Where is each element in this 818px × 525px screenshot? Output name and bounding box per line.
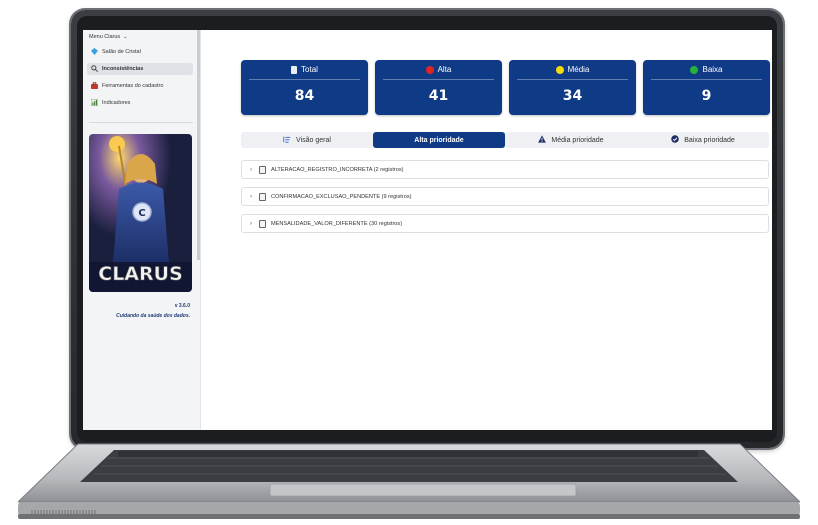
card-value: 41 <box>428 88 449 104</box>
sidebar-divider <box>89 122 193 123</box>
menu-title[interactable]: Menu Clarus ⌄ <box>89 34 127 40</box>
accordion-label: MENSALIDADE_VALOR_DIFERENTE (30 registro… <box>271 220 403 227</box>
sidebar-item-inconsistencias[interactable]: Inconsistências <box>87 63 193 75</box>
card-total: Total 84 <box>241 60 368 115</box>
search-icon <box>91 64 98 74</box>
app-screen: Menu Clarus ⌄ Salão de Cristal Inconsist… <box>83 30 772 430</box>
card-alta: Alta 41 <box>375 60 502 115</box>
version-label: v 3.6.0 <box>174 303 190 309</box>
sidebar-item-salao[interactable]: Salão de Cristal <box>87 46 193 58</box>
card-baixa: Baixa 9 <box>643 60 770 115</box>
accordion-item[interactable]: › MENSALIDADE_VALOR_DIFERENTE (30 regist… <box>241 214 769 233</box>
tab-alta-prioridade[interactable]: Alta prioridade <box>373 132 505 148</box>
tagline: Cuidando da saúde dos dados. <box>116 313 190 319</box>
chevron-right-icon: › <box>250 220 252 227</box>
clipboard-icon <box>259 192 266 201</box>
priority-tabs: Visão geral Alta prioridade Média priori… <box>241 132 769 148</box>
warning-icon <box>538 135 547 145</box>
svg-text:C: C <box>138 208 145 219</box>
sidebar-item-label: Ferramentas do cadastro <box>102 83 164 89</box>
tab-label: Média prioridade <box>551 136 604 144</box>
laptop-base <box>18 440 800 520</box>
clipboard-icon <box>259 219 266 228</box>
chevron-right-icon: › <box>250 166 252 173</box>
card-label: Média <box>567 65 590 74</box>
card-label: Total <box>301 65 318 74</box>
clarus-hero-image: C CLARUS <box>89 134 192 292</box>
green-dot-icon <box>690 65 699 74</box>
laptop-frame: Menu Clarus ⌄ Salão de Cristal Inconsist… <box>0 0 818 525</box>
clipboard-icon <box>259 165 266 174</box>
red-dot-icon <box>425 65 434 74</box>
tab-media-prioridade[interactable]: Média prioridade <box>505 132 637 148</box>
chevron-down-icon: ⌄ <box>123 34 128 40</box>
tab-baixa-prioridade[interactable]: Baixa prioridade <box>637 132 769 148</box>
card-value: 34 <box>562 88 583 104</box>
accordion-label: ALTERACAO_REGISTRO_INCORRETA (2 registro… <box>271 166 404 173</box>
card-value: 9 <box>701 88 712 104</box>
chevron-right-icon: › <box>250 193 252 200</box>
list-icon <box>283 135 291 145</box>
sidebar-item-ferramentas[interactable]: Ferramentas do cadastro <box>87 80 193 92</box>
accordion-item[interactable]: › CONFIRMACAO_EXCLUSAO_PENDENTE (9 regis… <box>241 187 769 206</box>
toolbox-icon <box>91 81 98 91</box>
menu-title-label: Menu Clarus <box>89 34 121 40</box>
tab-label: Alta prioridade <box>414 136 464 144</box>
accordion-label: CONFIRMACAO_EXCLUSAO_PENDENTE (9 registr… <box>271 193 412 200</box>
sidebar-item-label: Inconsistências <box>102 66 144 72</box>
tab-visao-geral[interactable]: Visão geral <box>241 132 373 148</box>
clipboard-icon <box>291 65 298 74</box>
sidebar-item-label: Indicadores <box>102 100 131 106</box>
chart-icon <box>90 98 99 108</box>
check-circle-icon <box>671 135 679 145</box>
hero-logo-text: CLARUS <box>98 263 183 285</box>
sidebar-item-indicadores[interactable]: Indicadores <box>87 97 193 109</box>
sidebar-scrollbar[interactable] <box>197 30 200 260</box>
sidebar-item-label: Salão de Cristal <box>102 49 141 55</box>
tab-label: Baixa prioridade <box>684 136 735 144</box>
card-label: Baixa <box>702 65 723 74</box>
card-label: Alta <box>437 65 452 74</box>
yellow-dot-icon <box>555 65 564 74</box>
tab-label: Visão geral <box>296 136 331 144</box>
crystal-icon <box>91 47 98 57</box>
sidebar: Menu Clarus ⌄ Salão de Cristal Inconsist… <box>83 30 201 430</box>
card-value: 84 <box>294 88 315 104</box>
accordion-item[interactable]: › ALTERACAO_REGISTRO_INCORRETA (2 regist… <box>241 160 769 179</box>
card-media: Média 34 <box>509 60 636 115</box>
